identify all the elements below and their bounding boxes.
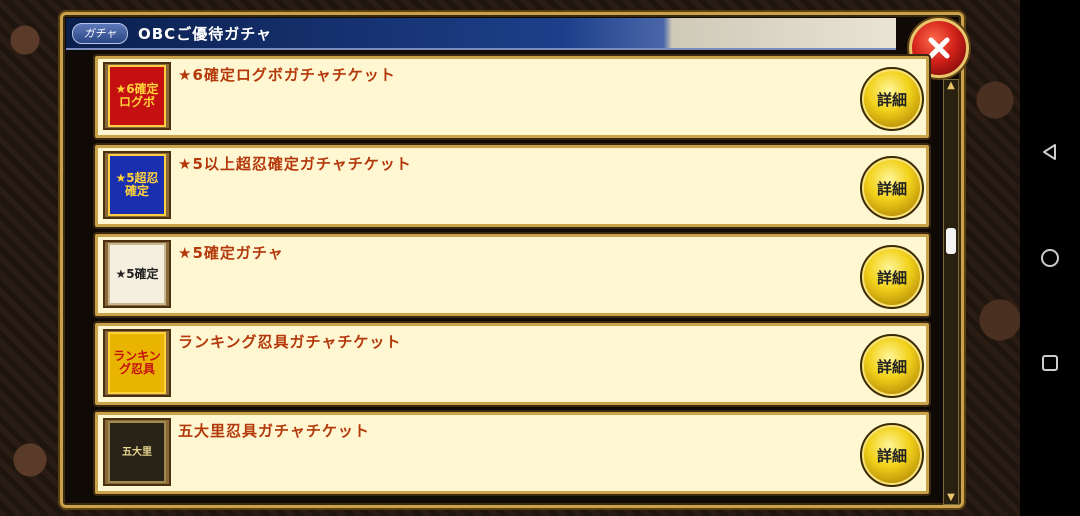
item-label: ランキング忍具ガチャチケット [178, 333, 402, 351]
list-item[interactable]: ★5確定 ★5確定ガチャ 詳細 [95, 234, 929, 316]
thumbnail-text: 五大里 [108, 421, 166, 483]
scroll-up-icon[interactable]: ▲ [944, 80, 958, 92]
back-icon [1043, 144, 1056, 160]
item-label: 五大里忍具ガチャチケット [178, 422, 370, 440]
scroll-thumb[interactable] [946, 228, 956, 254]
thumbnail-text: ★6確定ログボ [108, 65, 166, 127]
detail-button[interactable]: 詳細 [860, 67, 924, 131]
thumbnail-text: ★5超忍確定 [108, 154, 166, 216]
ticket-thumbnail: ランキング忍具 [103, 329, 171, 397]
home-button[interactable] [1040, 248, 1060, 268]
home-icon [1041, 249, 1059, 267]
list-item[interactable]: ★5超忍確定 ★5以上超忍確定ガチャチケット 詳細 [95, 145, 929, 227]
dialog-title: OBCご優待ガチャ [138, 25, 273, 43]
thumbnail-text: ★5確定 [108, 243, 166, 305]
ticket-thumbnail: ★5超忍確定 [103, 151, 171, 219]
scroll-down-icon[interactable]: ▼ [944, 492, 958, 504]
detail-button[interactable]: 詳細 [860, 334, 924, 398]
ticket-thumbnail: 五大里 [103, 418, 171, 486]
list-item[interactable]: ランキング忍具 ランキング忍具ガチャチケット 詳細 [95, 323, 929, 405]
item-label: ★5確定ガチャ [178, 244, 284, 262]
item-label: ★6確定ログボガチャチケット [178, 66, 396, 84]
back-button[interactable] [1040, 142, 1060, 162]
item-label: ★5以上超忍確定ガチャチケット [178, 155, 412, 173]
recent-apps-icon [1042, 355, 1058, 371]
ticket-thumbnail: ★6確定ログボ [103, 62, 171, 130]
recent-apps-button[interactable] [1040, 353, 1060, 373]
scrollbar[interactable]: ▲ ▼ [943, 79, 959, 505]
thumbnail-text: ランキング忍具 [108, 332, 166, 394]
detail-button[interactable]: 詳細 [860, 423, 924, 487]
category-tag: ガチャ [72, 23, 128, 44]
gacha-dialog: ガチャ OBCご優待ガチャ ★6確定ログボ ★6確定ログボガチャチケット 詳細 … [60, 12, 969, 508]
list-item[interactable]: ★6確定ログボ ★6確定ログボガチャチケット 詳細 [95, 56, 929, 138]
dialog-titlebar: ガチャ OBCご優待ガチャ [66, 18, 896, 50]
detail-button[interactable]: 詳細 [860, 156, 924, 220]
detail-button[interactable]: 詳細 [860, 245, 924, 309]
ticket-thumbnail: ★5確定 [103, 240, 171, 308]
android-navbar [1020, 0, 1080, 516]
list-item[interactable]: 五大里 五大里忍具ガチャチケット 詳細 [95, 412, 929, 494]
